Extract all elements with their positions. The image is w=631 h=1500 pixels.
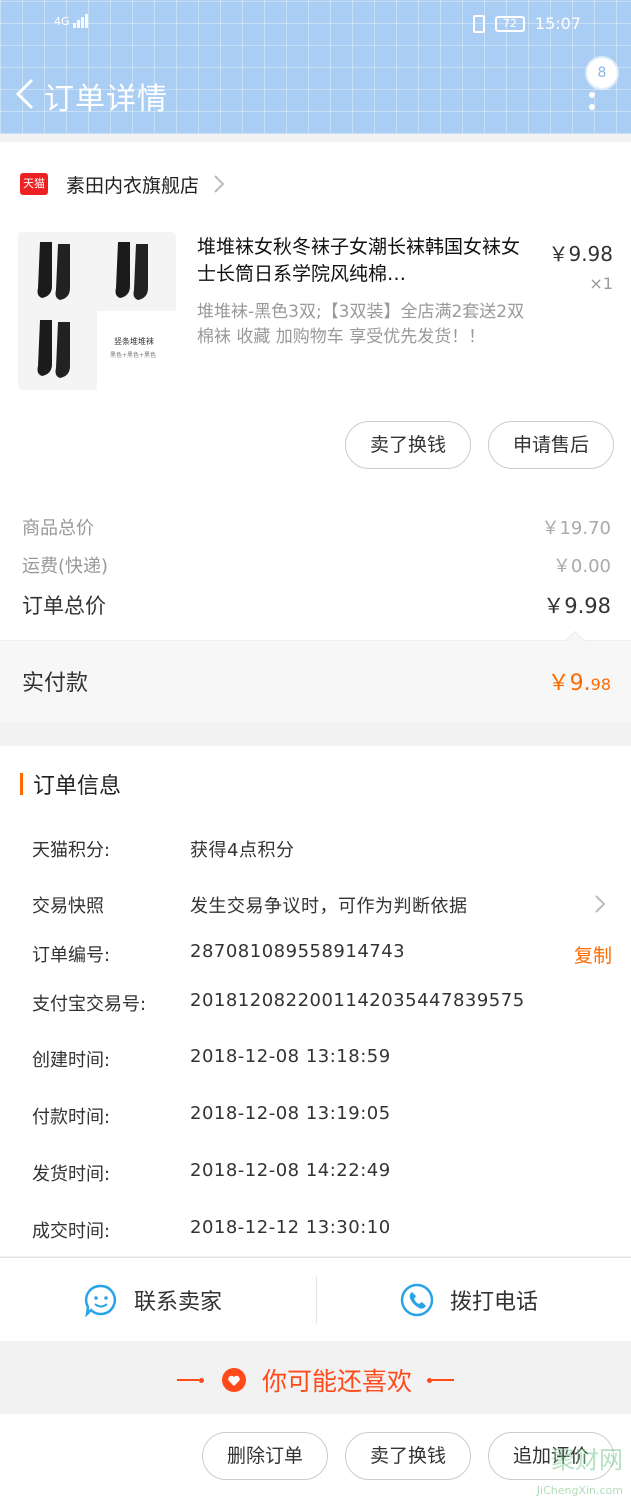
contact-seller-label: 联系卖家	[134, 1290, 223, 1315]
info-value: 2018-12-08 13:19:05	[190, 1103, 391, 1124]
pointer-triangle	[565, 631, 585, 641]
status-right: 72 15:07	[472, 14, 581, 33]
copy-order-number-button[interactable]: 复制	[574, 941, 612, 968]
product-price: ￥9.98	[548, 242, 613, 266]
paid-label: 实付款	[22, 671, 89, 696]
chat-smile-icon	[84, 1284, 117, 1317]
goods-total-label: 商品总价	[22, 518, 94, 539]
sock-image-icon	[115, 242, 148, 300]
page-title: 订单详情	[44, 82, 168, 117]
order-total-value: ￥9.98	[543, 594, 611, 618]
after-sale-button[interactable]: 申请售后	[488, 421, 614, 469]
order-total-row: 订单总价 ￥9.98	[22, 590, 611, 620]
store-name: 素田内衣旗舰店	[66, 174, 200, 197]
back-arrow-icon[interactable]	[12, 76, 40, 112]
sell-for-cash-button[interactable]: 卖了换钱	[345, 421, 471, 469]
more-menu-icon[interactable]	[589, 92, 595, 116]
info-value: 获得4点积分	[190, 840, 295, 861]
chevron-right-icon	[214, 175, 225, 193]
info-key: 付款时间:	[32, 1107, 111, 1128]
order-info-title: 订单信息	[33, 774, 122, 799]
shipping-value: ￥0.00	[552, 556, 611, 577]
info-value: 2018-12-08 13:18:59	[190, 1046, 391, 1067]
phone-icon	[400, 1283, 434, 1317]
heart-icon	[221, 1368, 246, 1392]
info-key: 支付宝交易号:	[32, 994, 147, 1015]
info-value: 2018-12-12 13:30:10	[190, 1217, 391, 1238]
battery-icon: 72	[494, 15, 525, 32]
signal-icon: 4G	[54, 14, 89, 28]
clock: 15:07	[534, 14, 581, 33]
divider	[316, 1276, 317, 1324]
title-bar: 订单详情 8	[0, 58, 631, 122]
message-badge[interactable]: 8	[587, 58, 617, 88]
paid-value: ￥9.98	[548, 665, 611, 697]
order-total-label: 订单总价	[22, 594, 106, 618]
info-value: 2018-12-08 14:22:49	[190, 1160, 391, 1181]
info-key: 交易快照	[32, 896, 104, 917]
decor-dot	[198, 1377, 204, 1383]
order-info-heading: 订单信息	[20, 768, 121, 800]
goods-total-value: ￥19.70	[541, 518, 611, 539]
paid-value-cents: 98	[590, 675, 611, 694]
header-bar: 4G 72 15:07 订单详情 8	[0, 0, 631, 134]
product-quantity: ×1	[589, 274, 613, 293]
thumbnail-subcaption: 黑色+黑色+黑色	[110, 352, 157, 359]
shipping-row: 运费(快递) ￥0.00	[22, 552, 611, 578]
paid-amount-box: 实付款 ￥9.98	[0, 631, 631, 722]
decor-line	[176, 1379, 199, 1381]
paid-value-main: ￥9.	[547, 671, 591, 696]
store-row[interactable]: 天猫 素田内衣旗舰店	[20, 168, 225, 200]
sock-image-icon	[37, 242, 70, 300]
product-sku: 堆堆袜-黑色3双;【3双装】全店满2套送2双棉袜 收藏 加购物车 享受优先发货！…	[197, 302, 525, 347]
call-button[interactable]: 拨打电话	[400, 1258, 538, 1342]
delete-order-button[interactable]: 删除订单	[202, 1432, 328, 1480]
battery-level: 72	[502, 16, 517, 30]
decor-line	[432, 1379, 455, 1381]
info-value: 287081089558914743	[190, 941, 406, 962]
order-card-summary-bg	[0, 620, 631, 640]
info-key: 发货时间:	[32, 1164, 111, 1185]
sock-image-icon	[37, 320, 70, 378]
info-value: 发生交易争议时，可作为判断依据	[190, 896, 468, 917]
heading-accent-bar	[20, 773, 23, 795]
product-title[interactable]: 堆堆袜女秋冬袜子女潮长袜韩国女袜女士长筒日系学院风纯棉…	[197, 234, 527, 288]
contact-bar: 联系卖家 拨打电话	[0, 1257, 631, 1341]
contact-seller-button[interactable]: 联系卖家	[84, 1258, 222, 1342]
recommend-title: 你可能还喜欢	[262, 1367, 413, 1396]
shipping-label: 运费(快递)	[22, 556, 109, 577]
watermark-url: JiChengXin.com	[536, 1484, 623, 1497]
info-value: 2018120822001142035447839575	[190, 990, 525, 1011]
info-key: 订单编号:	[32, 945, 111, 966]
info-key: 天猫积分:	[32, 840, 111, 861]
sell-for-cash-bottom-button[interactable]: 卖了换钱	[345, 1432, 471, 1480]
network-type: 4G	[54, 15, 70, 28]
info-key: 创建时间:	[32, 1050, 111, 1071]
thumbnail-caption: 竖条堆堆袜	[114, 337, 154, 346]
watermark-logo: 聚财网	[551, 1446, 623, 1474]
status-bar: 4G 72 15:07	[0, 12, 631, 38]
goods-total-row: 商品总价 ￥19.70	[22, 514, 611, 540]
tmall-badge: 天猫	[20, 173, 48, 195]
info-key: 成交时间:	[32, 1221, 111, 1242]
call-label: 拨打电话	[450, 1290, 539, 1315]
product-thumbnail[interactable]: 竖条堆堆袜 黑色+黑色+黑色	[18, 232, 176, 390]
vibrate-icon	[472, 14, 485, 33]
chevron-right-icon	[595, 895, 606, 913]
recommend-header: 你可能还喜欢	[0, 1342, 631, 1414]
